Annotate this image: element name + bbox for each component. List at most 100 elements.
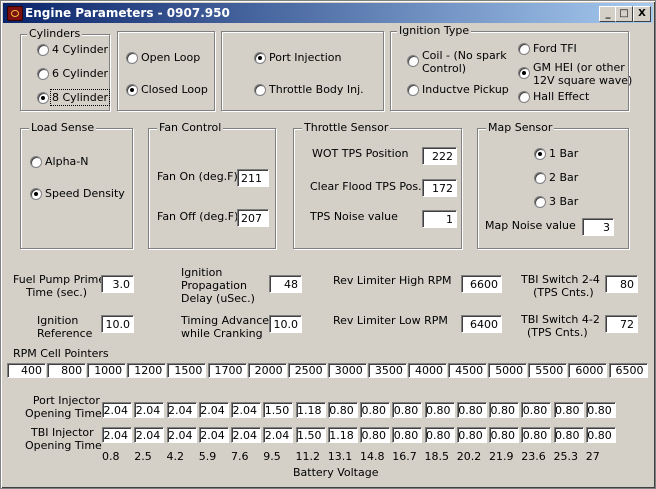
map-noise-input[interactable]: 3 xyxy=(582,218,614,236)
port-injector-cell[interactable]: 0.80 xyxy=(585,402,616,418)
rpm-cell-input[interactable]: 2000 xyxy=(247,363,287,378)
load-sense-group-label: Load Sense xyxy=(29,121,97,134)
ign-prop-line2: Propagation xyxy=(181,279,247,292)
tbi-injector-cell[interactable]: 0.80 xyxy=(456,427,487,443)
port-injector-cell[interactable]: 0.80 xyxy=(489,402,519,418)
port-injector-cell[interactable]: 0.80 xyxy=(424,402,455,418)
ign-prop-line1: Ignition xyxy=(181,266,223,279)
tbi-switch-24-input[interactable]: 80 xyxy=(605,275,638,293)
rev-limiter-high-input[interactable]: 6600 xyxy=(461,275,502,293)
radio-label: Coil - (No spark Control) xyxy=(422,49,507,75)
voltage-tick-label: 0.8 xyxy=(102,450,120,463)
tbi-injector-cell[interactable]: 0.80 xyxy=(521,427,552,443)
voltage-tick-label: 25.3 xyxy=(553,450,579,463)
tbi-injector-cell[interactable]: 2.04 xyxy=(263,427,294,443)
port-injector-cell[interactable]: 1.50 xyxy=(263,402,294,418)
tbi-injector-cell[interactable]: 0.80 xyxy=(360,427,390,443)
map-sensor-group-label: Map Sensor xyxy=(486,121,555,134)
fuel-pump-input[interactable]: 3.0 xyxy=(101,275,134,293)
fan-control-group: Fan Control Fan On (deg.F) 211 Fan Off (… xyxy=(148,121,276,249)
port-injector-cell[interactable]: 0.80 xyxy=(456,402,487,418)
wot-tps-input[interactable]: 222 xyxy=(422,147,457,165)
fan-off-input[interactable]: 207 xyxy=(237,209,269,227)
rpm-cell-input[interactable]: 6000 xyxy=(568,363,608,378)
rpm-cell-input[interactable]: 1500 xyxy=(167,363,207,378)
tbi-injector-cell[interactable]: 0.80 xyxy=(585,427,616,443)
port-injector-cell[interactable]: 0.80 xyxy=(360,402,390,418)
tbi-switch-42-label: TBI Switch 4-2 (TPS Cnts.) xyxy=(521,313,600,339)
rpm-cell-input[interactable]: 800 xyxy=(47,363,87,378)
tbi-injector-cell[interactable]: 2.04 xyxy=(166,427,197,443)
tbi-injector-cell[interactable]: 2.04 xyxy=(198,427,229,443)
fan-on-input[interactable]: 211 xyxy=(237,169,269,187)
title-bar[interactable]: Engine Parameters - 0907.950 _ □ X xyxy=(3,3,653,23)
ignition-reference-input[interactable]: 10.0 xyxy=(101,315,134,333)
port-injector-cell[interactable]: 2.04 xyxy=(231,402,261,418)
port-injector-cell[interactable]: 2.04 xyxy=(134,402,165,418)
voltage-tick-label: 4.2 xyxy=(166,450,185,463)
injection-type-group: Port Injection Throttle Body Inj. xyxy=(221,31,384,111)
rpm-cell-input[interactable]: 1000 xyxy=(87,363,127,378)
tbi24-line1: TBI Switch 2-4 xyxy=(521,273,600,286)
voltage-tick-label: 13.1 xyxy=(327,450,353,463)
rpm-cell-input[interactable]: 4000 xyxy=(408,363,447,378)
timing-advance-label: Timing Advance while Cranking xyxy=(181,314,269,340)
radio-label: 2 Bar xyxy=(549,171,579,184)
close-button[interactable]: X xyxy=(633,6,651,22)
port-injector-cell[interactable]: 2.04 xyxy=(166,402,197,418)
wot-tps-label: WOT TPS Position xyxy=(312,147,409,160)
voltage-tick-label: 9.5 xyxy=(263,450,281,463)
radio-circle xyxy=(518,43,530,55)
app-icon[interactable] xyxy=(7,6,23,21)
port-injector-cell[interactable]: 0.80 xyxy=(553,402,584,418)
rpm-cell-input[interactable]: 2500 xyxy=(287,363,327,378)
timing-advance-input[interactable]: 10.0 xyxy=(269,315,302,333)
port-injector-cell[interactable]: 2.04 xyxy=(102,402,132,418)
tps-noise-input[interactable]: 1 xyxy=(422,210,457,228)
tbi-injector-cell[interactable]: 2.04 xyxy=(134,427,165,443)
rev-limiter-low-input[interactable]: 6400 xyxy=(461,315,502,333)
fan-control-group-label: Fan Control xyxy=(157,121,224,134)
loop-mode-group: Open Loop Closed Loop xyxy=(117,31,215,111)
rpm-cell-input[interactable]: 5000 xyxy=(488,363,528,378)
ign-prop-line3: Delay (uSec.) xyxy=(181,292,255,305)
rpm-cell-input[interactable]: 5500 xyxy=(528,363,568,378)
rpm-cell-input[interactable]: 3500 xyxy=(367,363,407,378)
rev-limiter-high-label: Rev Limiter High RPM xyxy=(333,274,452,287)
tbi-injector-cell[interactable]: 0.80 xyxy=(489,427,519,443)
radio-label: Throttle Body Inj. xyxy=(269,83,364,96)
tbi-injector-cell[interactable]: 1.50 xyxy=(295,427,326,443)
rpm-cell-input[interactable]: 4500 xyxy=(448,363,488,378)
rpm-cell-input[interactable]: 3000 xyxy=(327,363,367,378)
tbi-injector-cell[interactable]: 2.04 xyxy=(231,427,261,443)
rpm-cell-input[interactable]: 1200 xyxy=(127,363,167,378)
rpm-cell-input[interactable]: 1700 xyxy=(207,363,247,378)
rpm-cell-input[interactable]: 6500 xyxy=(608,363,648,378)
port-injector-cell[interactable]: 0.80 xyxy=(327,402,358,418)
gm-label-line1: GM HEI (or other xyxy=(533,61,625,74)
maximize-button[interactable]: □ xyxy=(615,6,633,22)
radio-label: Closed Loop xyxy=(141,83,208,96)
port-injector-cell[interactable]: 0.80 xyxy=(392,402,423,418)
tbi-injector-cell[interactable]: 0.80 xyxy=(424,427,455,443)
port-injector-cell[interactable]: 1.18 xyxy=(295,402,326,418)
rpm-cell-input[interactable]: 400 xyxy=(7,363,46,378)
ignition-type-group-label: Ignition Type xyxy=(397,24,472,37)
tbi-injector-cell[interactable]: 0.80 xyxy=(392,427,423,443)
map-noise-label: Map Noise value xyxy=(485,219,576,232)
clear-flood-input[interactable]: 172 xyxy=(422,179,457,197)
port-injector-cell[interactable]: 2.04 xyxy=(198,402,229,418)
tbi-switch-42-input[interactable]: 72 xyxy=(605,315,638,333)
tbi-injector-cell[interactable]: 0.80 xyxy=(553,427,584,443)
ignition-propagation-label: Ignition Propagation Delay (uSec.) xyxy=(181,266,255,305)
port-injector-cell[interactable]: 0.80 xyxy=(521,402,552,418)
window-title: Engine Parameters - 0907.950 xyxy=(25,6,230,20)
fuel-pump-label: Fuel Pump Prime Time (sec.) xyxy=(13,273,105,299)
voltage-tick-label: 23.6 xyxy=(521,450,546,463)
tbi-injector-cell[interactable]: 2.04 xyxy=(102,427,132,443)
radio-circle xyxy=(126,52,138,64)
voltage-tick-label: 20.2 xyxy=(456,450,482,463)
port-line2: Opening Time xyxy=(25,407,102,420)
ignition-propagation-input[interactable]: 48 xyxy=(269,275,302,293)
tbi-injector-cell[interactable]: 1.18 xyxy=(327,427,358,443)
